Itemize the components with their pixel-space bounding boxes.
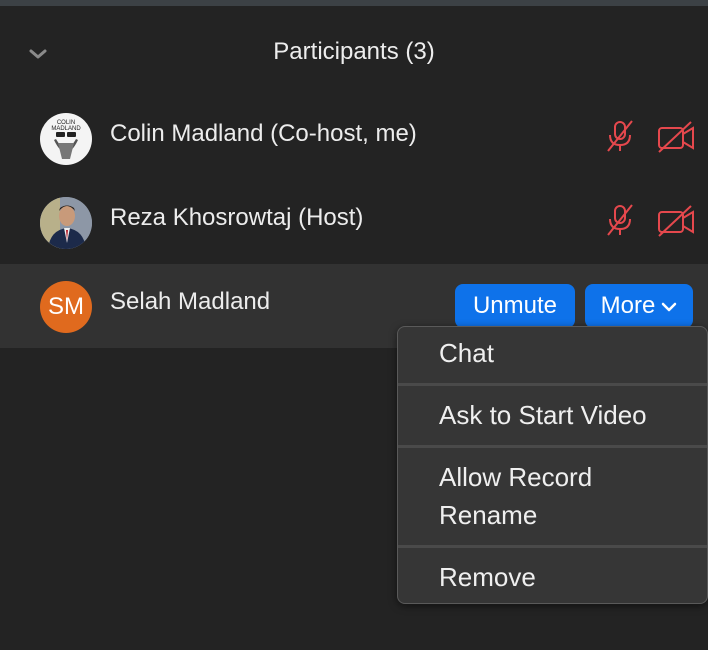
avatar: SM <box>40 281 92 333</box>
video-off-icon[interactable] <box>656 120 696 154</box>
more-button[interactable]: More <box>585 284 693 328</box>
avatar <box>40 197 92 249</box>
participant-name: Colin Madland (Co-host, me) <box>110 120 417 147</box>
participant-name: Reza Khosrowtaj (Host) <box>110 204 364 231</box>
participant-row[interactable]: Reza Khosrowtaj (Host) <box>0 180 708 264</box>
video-off-icon[interactable] <box>656 204 696 238</box>
menu-item-ask-to-start-video[interactable]: Ask to Start Video <box>398 396 707 434</box>
window-top-bar <box>0 0 708 6</box>
svg-text:MADLAND: MADLAND <box>51 126 81 132</box>
more-button-label: More <box>600 292 656 319</box>
mic-muted-icon[interactable] <box>602 202 638 238</box>
panel-title: Participants (3) <box>273 38 435 65</box>
menu-divider <box>398 383 707 386</box>
menu-divider <box>398 545 707 548</box>
unmute-button[interactable]: Unmute <box>455 284 575 328</box>
menu-item-allow-record[interactable]: Allow Record <box>398 458 707 496</box>
participant-name: Selah Madland <box>110 288 271 315</box>
more-dropdown-menu: Chat Ask to Start Video Allow Record Ren… <box>397 326 708 604</box>
chevron-down-icon <box>661 292 677 320</box>
menu-divider <box>398 445 707 448</box>
menu-item-rename[interactable]: Rename <box>398 496 707 534</box>
participant-row[interactable]: COLIN MADLAND Colin Madland (Co-host, me… <box>0 96 708 180</box>
avatar: COLIN MADLAND <box>40 113 92 165</box>
menu-item-chat[interactable]: Chat <box>398 334 707 372</box>
menu-item-remove[interactable]: Remove <box>398 558 707 596</box>
mic-muted-icon[interactable] <box>602 118 638 154</box>
